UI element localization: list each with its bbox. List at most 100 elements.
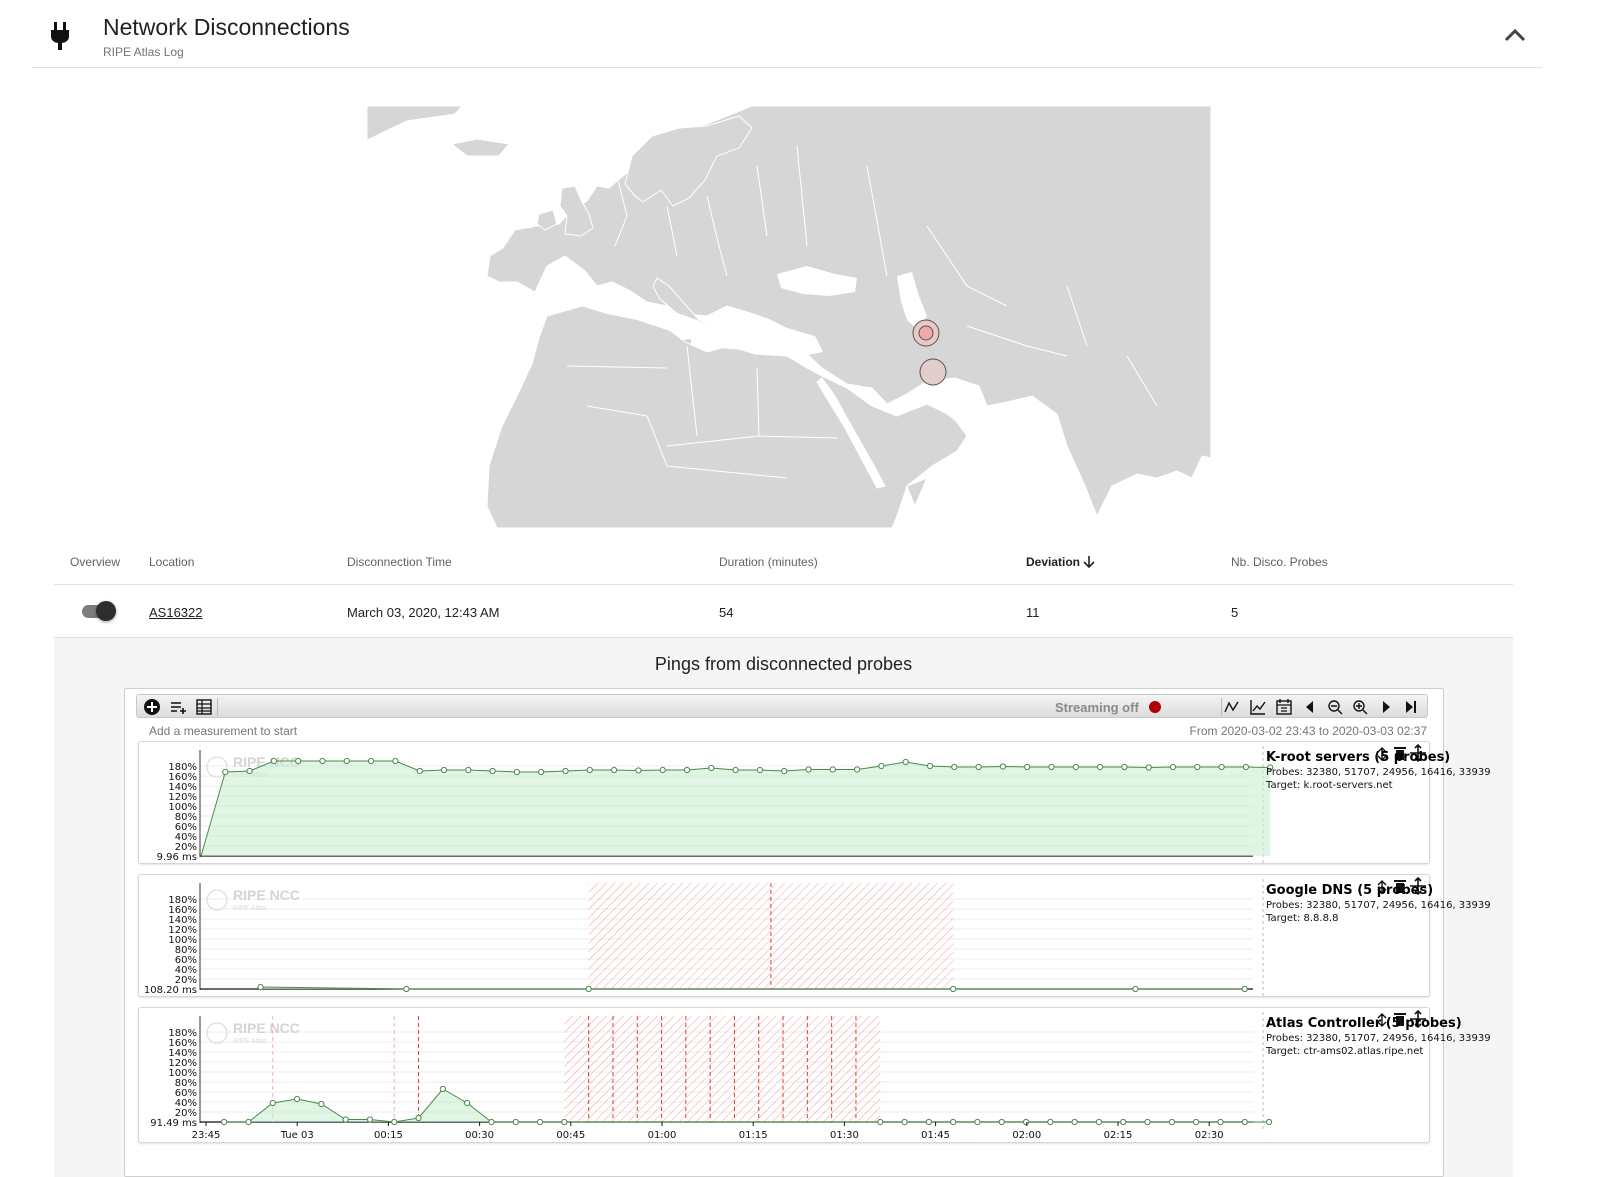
data-point — [295, 757, 302, 765]
col-location[interactable]: Location — [149, 555, 194, 569]
x-tick-label: 00:15 — [374, 1130, 403, 1141]
measurement-probes: Probes: 32380, 51707, 24956, 16416, 3393… — [1266, 767, 1491, 778]
plug-icon — [51, 22, 69, 50]
x-tick-label: 02:15 — [1104, 1130, 1133, 1141]
cell-deviation: 11 — [1026, 605, 1040, 620]
data-point — [1047, 1118, 1054, 1126]
col-duration[interactable]: Duration (minutes) — [719, 555, 818, 569]
chart-google-dns[interactable]: 180% 160% 140% 120% 100% 80% 60% 40% 20% 108.20 m… — [138, 874, 1491, 997]
data-point — [975, 763, 982, 771]
toolbar-separator — [1221, 698, 1222, 716]
cell-duration: 54 — [719, 605, 734, 620]
table-settings-icon[interactable] — [195, 698, 213, 716]
data-point — [1169, 763, 1177, 771]
table-row[interactable]: AS16322 March 03, 2020, 12:43 AM 54 11 5 — [54, 585, 1513, 638]
data-point — [1193, 1118, 1200, 1126]
col-overview[interactable]: Overview — [70, 555, 120, 569]
data-point — [293, 1095, 301, 1103]
expanded-row-panel: Pings from disconnected probes Streaming… — [54, 638, 1513, 1177]
watermark-text: RIPE NCC — [233, 887, 300, 903]
watermark-subtext: RIPE Atlas — [233, 905, 267, 912]
data-point — [1097, 763, 1104, 771]
watermark-text: RIPE NCC — [233, 1020, 300, 1036]
data-point — [950, 1118, 957, 1126]
data-point — [343, 757, 350, 765]
data-point — [635, 767, 642, 774]
arrow-right-icon[interactable] — [1377, 698, 1395, 716]
chart-info: Google DNS (5 probes) Probes: 32380, 517… — [1266, 883, 1491, 924]
measurement-name: K-root servers (5 probes) — [1266, 750, 1451, 765]
line-chart-icon[interactable] — [1223, 698, 1241, 716]
data-point — [561, 1118, 568, 1126]
data-point — [1120, 1118, 1127, 1126]
comparison-chart-icon[interactable] — [1249, 698, 1267, 716]
streaming-status-dot — [1149, 701, 1161, 713]
trash-lid — [1394, 1013, 1406, 1015]
data-point — [368, 757, 375, 765]
data-point — [998, 1118, 1005, 1126]
skip-to-end-icon[interactable] — [1402, 698, 1420, 716]
data-point — [974, 1118, 981, 1126]
data-point — [1121, 763, 1128, 771]
x-tick-label: 01:15 — [739, 1130, 768, 1141]
watermark-logo — [206, 1022, 228, 1044]
zoom-in-icon[interactable] — [1351, 698, 1369, 716]
chevron-up-icon[interactable] — [1501, 24, 1529, 48]
col-deviation-label: Deviation — [1026, 555, 1081, 569]
measurement-name: Atlas Controller (5 probes) — [1266, 1016, 1462, 1031]
data-point — [257, 983, 264, 991]
trash-lid — [1394, 880, 1406, 882]
list-add-icon[interactable] — [169, 698, 187, 716]
arrow-left-icon[interactable] — [1301, 698, 1319, 716]
panel-title: Pings from disconnected probes — [654, 654, 913, 674]
data-point — [489, 767, 496, 775]
data-point — [416, 767, 423, 775]
data-point — [877, 1118, 884, 1126]
data-point — [342, 1116, 349, 1123]
col-nb-disco-probes[interactable]: Nb. Disco. Probes — [1231, 555, 1328, 569]
toggle-knob — [96, 601, 116, 621]
map-marker[interactable] — [918, 325, 934, 341]
data-point — [1194, 763, 1201, 771]
measurement-probes: Probes: 32380, 51707, 24956, 16416, 3393… — [1266, 1033, 1491, 1044]
col-deviation[interactable]: Deviation — [1026, 555, 1095, 569]
toolbar-separator — [217, 698, 218, 716]
calendar-icon[interactable] — [1275, 698, 1293, 716]
data-point — [1241, 1118, 1248, 1126]
data-point — [488, 1118, 495, 1126]
measurement-target: Target: k.root-servers.net — [1266, 780, 1393, 791]
data-point — [440, 766, 448, 774]
data-point — [950, 985, 957, 993]
data-point — [901, 1118, 908, 1126]
data-point — [319, 757, 326, 765]
x-tick-label: 01:00 — [648, 1130, 677, 1141]
x-tick-label: Tue 03 — [280, 1130, 314, 1141]
latency-chart: 180%160%140%120%100%80%60%40%20%91.49 ms… — [150, 1009, 1426, 1141]
data-point — [536, 1118, 544, 1126]
overview-toggle[interactable] — [82, 601, 116, 621]
disconnection-map[interactable] — [367, 106, 1211, 528]
data-point — [392, 757, 399, 765]
zoom-out-icon[interactable] — [1326, 698, 1344, 716]
data-point — [221, 1118, 228, 1126]
add-measurement-icon[interactable] — [143, 698, 161, 716]
data-point — [732, 766, 739, 774]
streaming-toggle[interactable]: Streaming off — [1055, 700, 1139, 715]
col-disconnection-time[interactable]: Disconnection Time — [347, 555, 452, 569]
measurement-target: Target: ctr-ams02.atlas.ripe.net — [1266, 1046, 1424, 1057]
cell-time: March 03, 2020, 12:43 AM — [347, 605, 500, 620]
chart-atlas-controller[interactable]: 180% 160% 140% 120% 100% 80% 60% 40% 20% 91.49 ms… — [138, 1007, 1491, 1143]
data-point — [403, 985, 410, 993]
baseline-label: 108.20 ms — [144, 985, 197, 996]
location-link[interactable]: AS16322 — [149, 605, 203, 620]
measurement-target: Target: 8.8.8.8 — [1266, 913, 1339, 924]
chart-k-root[interactable]: 180% 160% 140% 120% 100% 80% 60% 40% 20% 9.96 ms R… — [138, 741, 1491, 864]
measurement-name: Google DNS (5 probes) — [1266, 883, 1434, 898]
map-marker[interactable] — [919, 358, 947, 386]
widget-toolbar: Streaming off — [136, 694, 1428, 718]
data-point — [708, 764, 715, 772]
data-point — [1218, 763, 1225, 771]
chart-info: K-root servers (5 probes) Probes: 32380,… — [1266, 750, 1491, 791]
time-range-label: From 2020-03-02 23:43 to 2020-03-03 02:3… — [1189, 724, 1428, 738]
data-point — [611, 766, 618, 774]
